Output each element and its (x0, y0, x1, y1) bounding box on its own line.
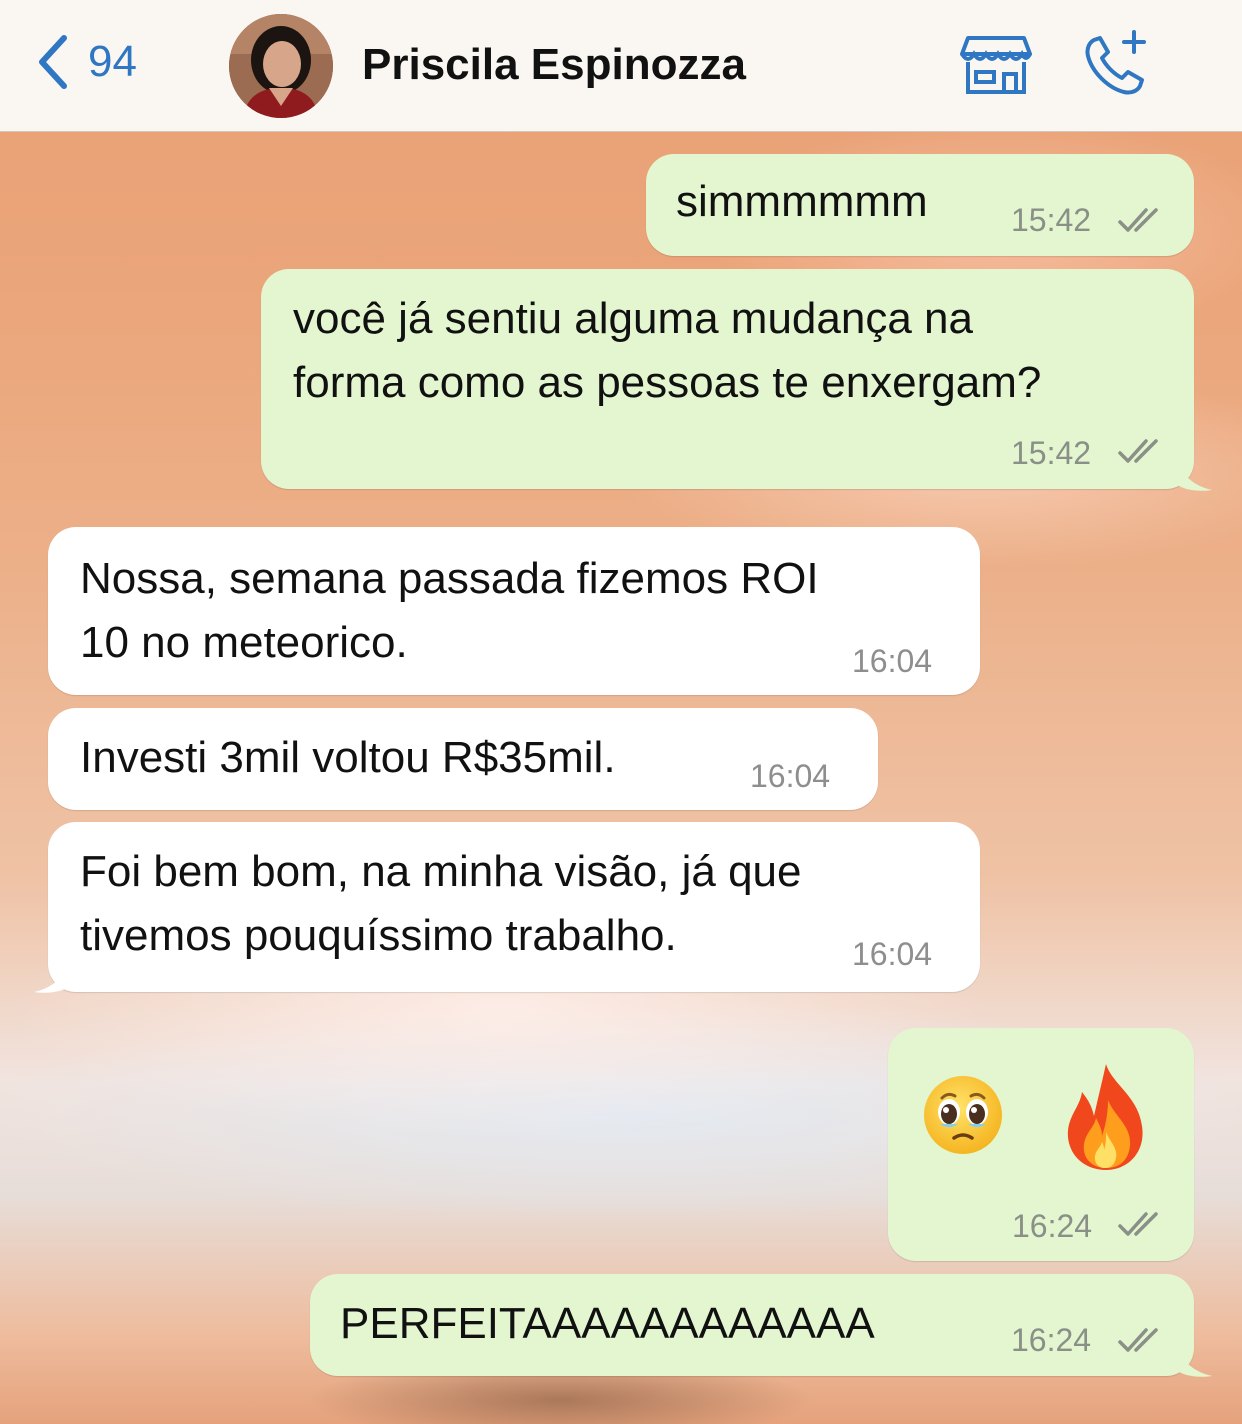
business-catalog-button[interactable] (960, 34, 1032, 96)
contact-avatar[interactable] (229, 14, 333, 118)
bubble-tail (1176, 458, 1216, 492)
message-text: Investi 3mil voltou R$35mil. (80, 733, 616, 782)
message-bubble-incoming[interactable]: Foi bem bom, na minha visão, já que tive… (48, 822, 980, 992)
fire-icon (1058, 1060, 1154, 1172)
back-button[interactable]: 94 (34, 32, 137, 92)
double-check-icon (1118, 1210, 1164, 1240)
double-check-icon (1118, 1326, 1164, 1356)
double-check-icon (1118, 206, 1164, 236)
message-time: 16:04 (750, 758, 831, 794)
message-text: você já sentiu alguma mudança na forma c… (293, 294, 1042, 407)
message-text: Foi bem bom, na minha visão, já que tive… (80, 847, 802, 960)
message-text: simmmmmm (676, 177, 928, 226)
double-check-icon (1118, 437, 1164, 467)
phone-plus-icon (1085, 30, 1146, 95)
message-text: PERFEITAAAAAAAAAAAA (340, 1299, 875, 1348)
message-time: 16:24 (1011, 1322, 1092, 1358)
message-text: Nossa, semana passada fizemos ROI 10 no … (80, 554, 819, 667)
message-time: 16:24 (1012, 1208, 1093, 1244)
chat-header: 94 Priscila Espinozza (0, 0, 1242, 132)
unread-count: 94 (88, 37, 137, 86)
storefront-icon (960, 36, 1032, 94)
message-time: 15:42 (1011, 435, 1092, 471)
pleading-face-icon (922, 1074, 1004, 1156)
message-bubble-incoming[interactable]: Investi 3mil voltou R$35mil. 16:04 (48, 708, 878, 810)
chevron-left-icon (39, 35, 67, 89)
message-bubble-outgoing[interactable]: simmmmmm 15:42 (646, 154, 1194, 256)
message-time: 15:42 (1011, 202, 1092, 238)
bubble-tail (30, 960, 70, 994)
contact-name[interactable]: Priscila Espinozza (362, 40, 746, 90)
message-time: 16:04 (852, 936, 933, 972)
message-bubble-outgoing[interactable]: 16:24 (888, 1028, 1194, 1261)
message-bubble-incoming[interactable]: Nossa, semana passada fizemos ROI 10 no … (48, 527, 980, 695)
message-bubble-outgoing[interactable]: você já sentiu alguma mudança na forma c… (261, 269, 1194, 489)
bubble-tail (1176, 1344, 1216, 1378)
add-call-button[interactable] (1080, 28, 1152, 100)
message-bubble-outgoing[interactable]: PERFEITAAAAAAAAAAAA 16:24 (310, 1274, 1194, 1376)
message-time: 16:04 (852, 643, 933, 679)
